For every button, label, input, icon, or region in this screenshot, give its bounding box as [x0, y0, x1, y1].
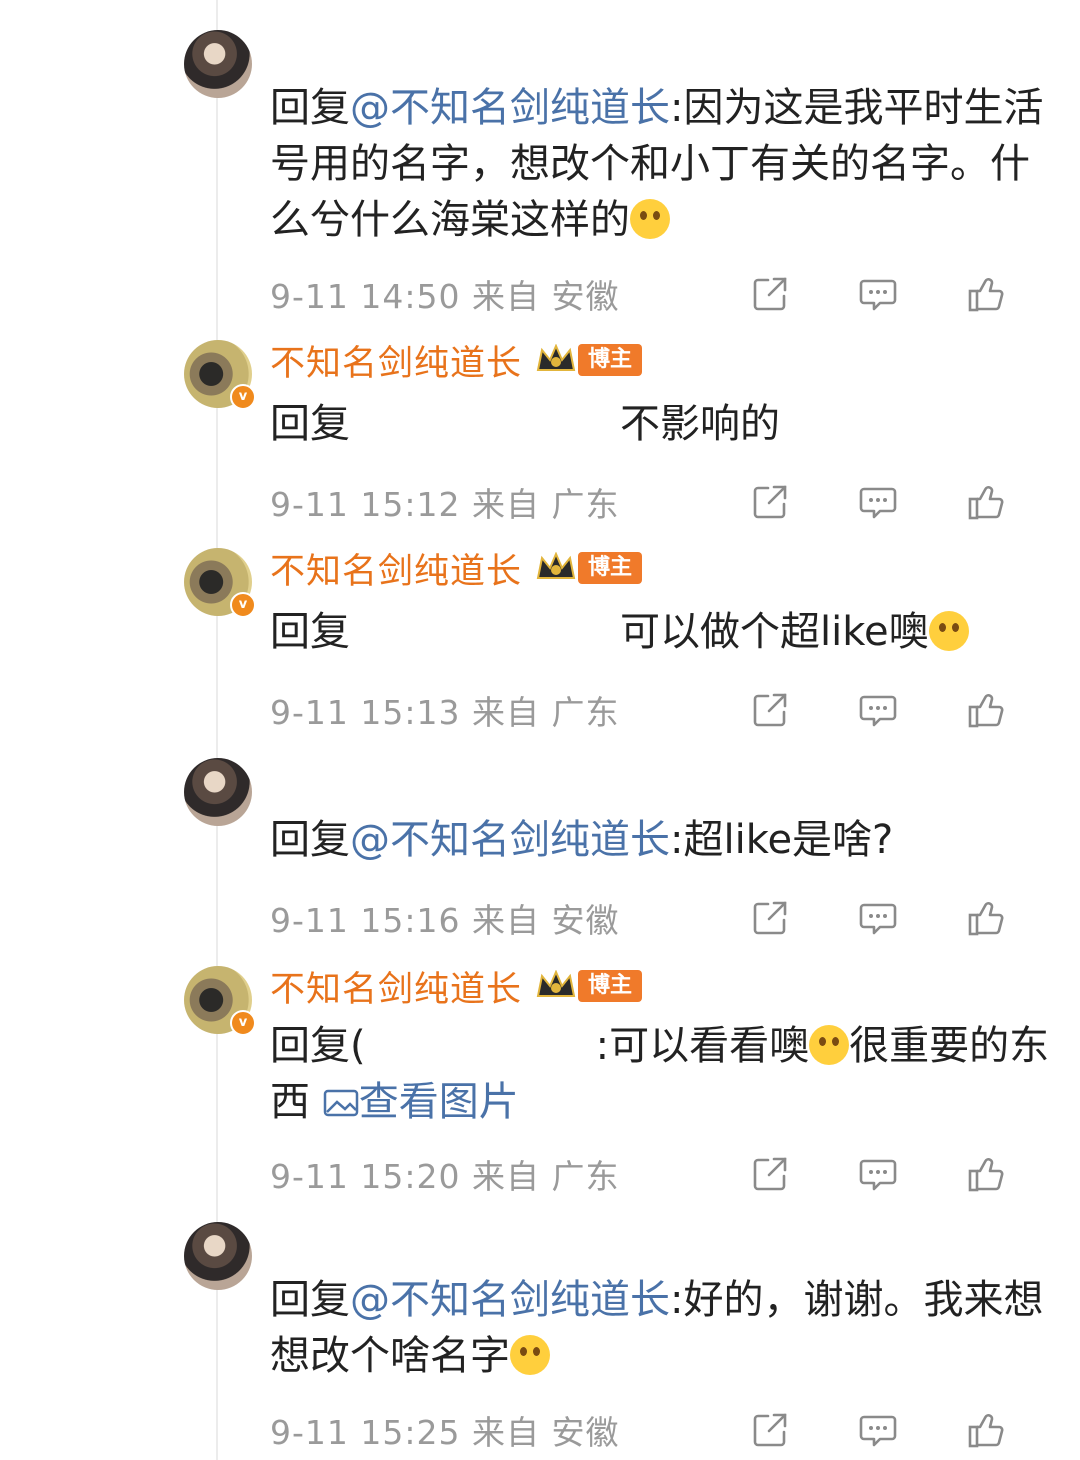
crying-happy-emoji-icon: [809, 1025, 850, 1065]
comment-meta: 9-11 15:25 来自 安徽: [270, 1406, 1050, 1454]
like-icon[interactable]: [966, 690, 1006, 730]
share-icon[interactable]: [750, 274, 790, 314]
comment-text: 回复@不知名剑纯道长:好的，谢谢。我来想想改个啥名字: [270, 1272, 1050, 1384]
avatar[interactable]: [184, 1222, 252, 1290]
comment-text: 回复 可以做个超like噢: [270, 604, 1050, 660]
comment-actions: [750, 482, 1006, 522]
comment-body: :可以看看噢: [595, 1023, 810, 1069]
author-name[interactable]: 不知名剑纯道长: [270, 543, 522, 594]
timestamp: 9-11 15:12 来自 广东: [270, 485, 620, 524]
like-icon[interactable]: [966, 274, 1006, 314]
mention-link[interactable]: @不知名剑纯道长: [350, 85, 670, 131]
mention-link[interactable]: @不知名剑纯道长: [350, 1277, 670, 1323]
reply-prefix: 回复: [270, 609, 350, 655]
share-icon[interactable]: [750, 690, 790, 730]
author-row: 不知名剑纯道长 博主: [270, 961, 643, 1012]
avatar[interactable]: [184, 758, 252, 826]
author-name[interactable]: 不知名剑纯道长: [270, 335, 522, 386]
avatar[interactable]: [184, 30, 252, 98]
comment-text: 回复(:可以看看噢 很重要的东西 查看图片: [270, 1018, 1050, 1130]
author-name[interactable]: 不知名剑纯道长: [270, 961, 522, 1012]
comment-text: 回复 不影响的: [270, 396, 1050, 452]
reply-prefix: 回复: [270, 401, 350, 447]
reply-prefix: 回复: [270, 1277, 350, 1323]
host-tag: 博主: [578, 970, 643, 1002]
verified-badge-icon: v: [230, 592, 256, 618]
comment-meta: 9-11 14:50 来自 安徽: [270, 270, 1050, 318]
crown-icon: [536, 552, 576, 584]
comment-icon[interactable]: [858, 690, 898, 730]
comment-text: 回复@不知名剑纯道长:因为这是我平时生活号用的名字，想改个和小丁有关的名字。什么…: [270, 80, 1050, 248]
timestamp: 9-11 15:13 来自 广东: [270, 693, 620, 732]
share-icon[interactable]: [750, 898, 790, 938]
verified-badge-icon: v: [230, 1010, 256, 1036]
image-icon: [323, 1089, 358, 1117]
comment-actions: [750, 690, 1006, 730]
reply-prefix: 回复: [270, 817, 350, 863]
comment-icon[interactable]: [858, 898, 898, 938]
comment-meta: 9-11 15:12 来自 广东: [270, 478, 1050, 526]
share-icon[interactable]: [750, 482, 790, 522]
author-row: 不知名剑纯道长 博主: [270, 543, 643, 594]
comment-actions: [750, 274, 1006, 314]
view-image-link[interactable]: 查看图片: [323, 1079, 519, 1125]
comment-body: :超like是啥?: [670, 817, 894, 863]
timestamp: 9-11 14:50 来自 安徽: [270, 277, 620, 316]
like-icon[interactable]: [966, 1154, 1006, 1194]
laugh-cry-emoji-icon: [630, 199, 670, 239]
timestamp: 9-11 15:25 来自 安徽: [270, 1413, 620, 1452]
grin-emoji-icon: [510, 1335, 550, 1375]
comment-body: 可以做个超like噢: [620, 609, 929, 655]
crown-icon: [536, 970, 576, 1002]
like-icon[interactable]: [966, 898, 1006, 938]
author-row: 不知名剑纯道长 博主: [270, 335, 643, 386]
timestamp: 9-11 15:16 来自 安徽: [270, 901, 620, 940]
comment-meta: 9-11 15:13 来自 广东: [270, 686, 1050, 734]
host-tag: 博主: [578, 344, 643, 376]
comment-actions: [750, 898, 1006, 938]
like-icon[interactable]: [966, 1410, 1006, 1450]
comment-text: 回复@不知名剑纯道长:超like是啥?: [270, 812, 1050, 868]
pleading-emoji-icon: [928, 611, 969, 651]
comment-actions: [750, 1154, 1006, 1194]
verified-badge-icon: v: [230, 384, 256, 410]
comment-body: 不影响的: [620, 401, 780, 447]
comment-icon[interactable]: [858, 274, 898, 314]
reply-prefix: 回复(: [270, 1023, 366, 1069]
comment-icon[interactable]: [858, 1154, 898, 1194]
mention-link[interactable]: @不知名剑纯道长: [350, 817, 670, 863]
crown-icon: [536, 344, 576, 376]
timestamp: 9-11 15:20 来自 广东: [270, 1157, 620, 1196]
comment-meta: 9-11 15:16 来自 安徽: [270, 894, 1050, 942]
comment-icon[interactable]: [858, 1410, 898, 1450]
comment-actions: [750, 1410, 1006, 1450]
share-icon[interactable]: [750, 1154, 790, 1194]
host-tag: 博主: [578, 552, 643, 584]
comment-meta: 9-11 15:20 来自 广东: [270, 1150, 1050, 1198]
share-icon[interactable]: [750, 1410, 790, 1450]
comment-icon[interactable]: [858, 482, 898, 522]
like-icon[interactable]: [966, 482, 1006, 522]
reply-prefix: 回复: [270, 85, 350, 131]
